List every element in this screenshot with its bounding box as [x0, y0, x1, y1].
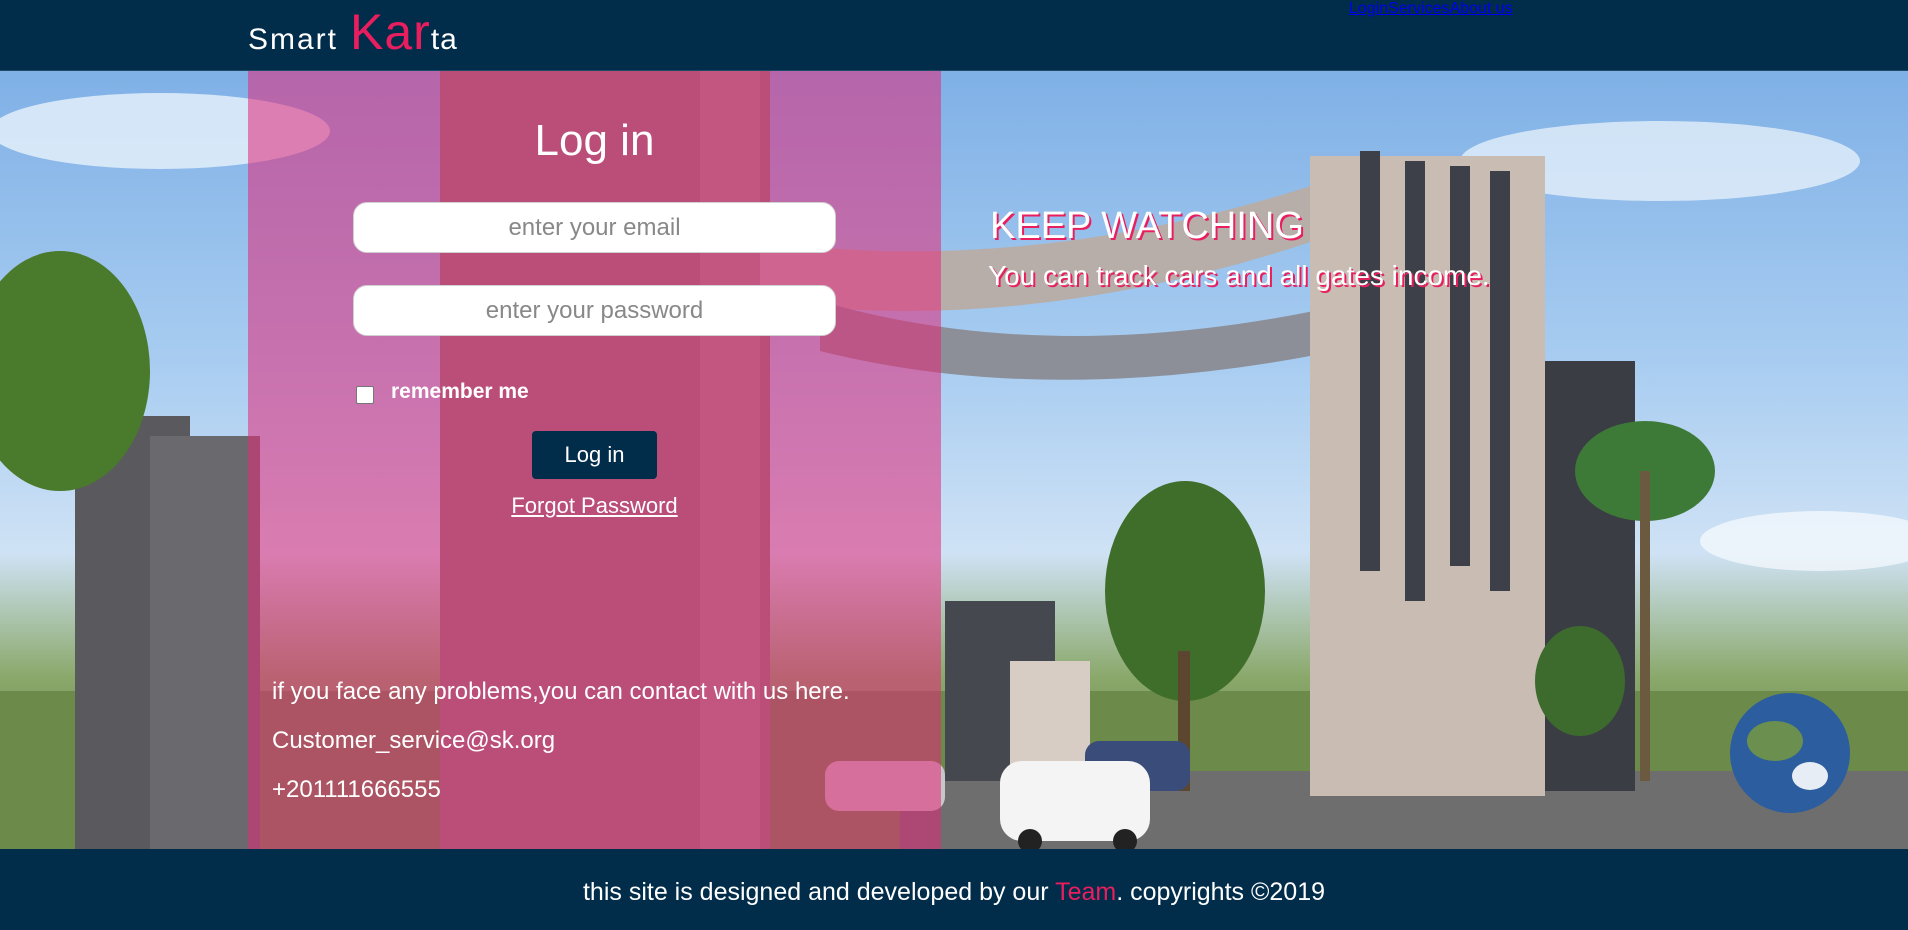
contact-help-text: if you face any problems,you can contact…: [272, 678, 850, 705]
hero-heading: KEEP WATCHING: [990, 205, 1304, 247]
login-button[interactable]: Log in: [532, 431, 657, 479]
top-navbar: Smart Kar ta Login Services About us: [0, 0, 1908, 71]
remember-me-label[interactable]: remember me: [391, 380, 529, 404]
nav-login[interactable]: Login: [1349, 0, 1388, 18]
footer-prefix: this site is designed and developed by o…: [582, 878, 1056, 906]
contact-phone: +201111666555: [272, 776, 441, 803]
remember-me-checkbox[interactable]: [356, 386, 374, 404]
forgot-password-link[interactable]: Forgot Password: [248, 493, 941, 519]
brand-logo[interactable]: Smart Kar ta: [248, 2, 458, 62]
nav-menu: Login Services About us: [1349, 0, 1513, 18]
remember-me-row: remember me: [356, 380, 529, 404]
brand-part-smart: Smart: [248, 23, 339, 56]
footer-team-link[interactable]: Team: [1055, 878, 1116, 906]
footer-suffix: . copyrights ©2019: [1116, 878, 1326, 906]
login-title: Log in: [534, 116, 655, 165]
footer: this site is designed and developed by o…: [0, 849, 1908, 930]
email-input[interactable]: [353, 202, 836, 253]
password-input[interactable]: [353, 285, 836, 336]
nav-services[interactable]: Services: [1388, 0, 1449, 18]
hero-subheading: You can track cars and all gates income.: [988, 260, 1490, 291]
contact-email: Customer_service@sk.org: [272, 727, 556, 754]
nav-about-us[interactable]: About us: [1450, 0, 1513, 18]
brand-part-kar: Kar: [350, 4, 431, 60]
brand-part-ta: ta: [430, 23, 458, 56]
